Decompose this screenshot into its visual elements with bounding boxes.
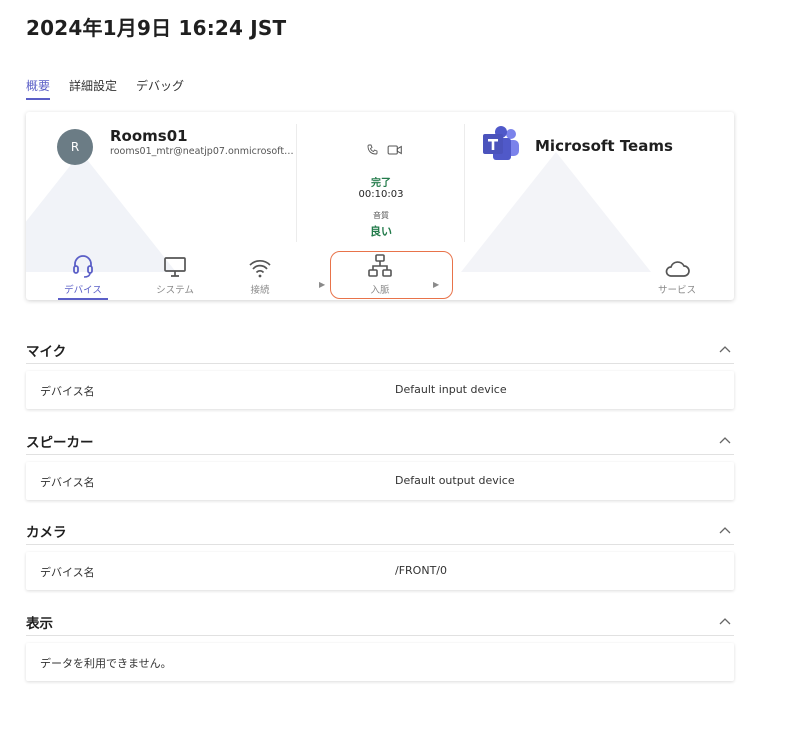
- section-title: 表示: [26, 616, 53, 632]
- summary-card: R Rooms01 rooms01_mtr@neatjp07.onmicroso…: [26, 112, 734, 300]
- section-row: デバイス名 Default input device: [26, 371, 734, 409]
- section-header-display: 表示: [26, 610, 734, 636]
- arrow-right-icon: ▶: [319, 280, 326, 289]
- page-title: 2024年1月9日 16:24 JST: [26, 16, 287, 40]
- tab-debug[interactable]: デバッグ: [136, 77, 184, 100]
- section-header-mic: マイク: [26, 338, 734, 364]
- row-value: Default input device: [395, 383, 507, 396]
- section-row: データを利用できません。: [26, 643, 734, 681]
- wifi-icon: [220, 252, 300, 278]
- category-system[interactable]: システム: [135, 252, 215, 296]
- category-label: システム: [156, 285, 194, 296]
- tab-bar: 概要 詳細設定 デバッグ: [26, 77, 203, 100]
- audio-quality-label: 音質: [373, 211, 389, 220]
- section-row: デバイス名 /FRONT/0: [26, 552, 734, 590]
- call-type-icons: [366, 141, 403, 160]
- network-icon: [340, 252, 420, 278]
- row-label: デバイス名: [40, 385, 95, 398]
- row-label: データを利用できません。: [40, 657, 172, 670]
- section-row: デバイス名 Default output device: [26, 462, 734, 500]
- category-connection[interactable]: 接続: [220, 252, 300, 296]
- teams-logo-icon: [481, 126, 521, 168]
- phone-icon: [366, 141, 378, 160]
- chevron-up-icon[interactable]: [718, 343, 732, 357]
- active-category-indicator: [58, 298, 108, 300]
- call-duration: 00:10:03: [358, 189, 404, 200]
- cloud-icon: [637, 252, 717, 278]
- section-title: カメラ: [26, 525, 67, 541]
- category-label: 接続: [250, 285, 270, 296]
- video-icon: [387, 141, 403, 160]
- chevron-up-icon[interactable]: [718, 524, 732, 538]
- tab-overview[interactable]: 概要: [26, 77, 51, 100]
- call-status: 完了: [371, 178, 391, 189]
- room-name: Rooms01: [110, 127, 188, 145]
- section-header-camera: カメラ: [26, 519, 734, 545]
- category-network[interactable]: 入脈: [340, 252, 420, 296]
- audio-quality-value: 良い: [370, 225, 392, 238]
- row-value: /FRONT/0: [395, 564, 447, 577]
- row-value: Default output device: [395, 474, 515, 487]
- row-label: デバイス名: [40, 566, 95, 579]
- section-header-speaker: スピーカー: [26, 429, 734, 455]
- row-label: デバイス名: [40, 476, 95, 489]
- section-title: マイク: [26, 344, 67, 360]
- category-service[interactable]: サービス: [637, 252, 717, 296]
- headset-icon: [43, 252, 123, 278]
- chevron-up-icon[interactable]: [718, 434, 732, 448]
- chevron-up-icon[interactable]: [718, 615, 732, 629]
- category-label: デバイス: [64, 285, 102, 296]
- monitor-icon: [135, 252, 215, 278]
- category-label: 入脈: [370, 285, 390, 296]
- category-nav: デバイス システム 接続 入脈 サービス: [26, 252, 734, 300]
- tab-details[interactable]: 詳細設定: [69, 77, 117, 100]
- section-title: スピーカー: [26, 435, 94, 451]
- room-email: rooms01_mtr@neatjp07.onmicrosoft.com: [110, 146, 295, 157]
- arrow-right-icon: ▶: [433, 280, 440, 289]
- platform-name: Microsoft Teams: [535, 137, 673, 155]
- category-label: サービス: [657, 285, 696, 296]
- category-device[interactable]: デバイス: [43, 252, 123, 296]
- avatar: R: [57, 129, 93, 165]
